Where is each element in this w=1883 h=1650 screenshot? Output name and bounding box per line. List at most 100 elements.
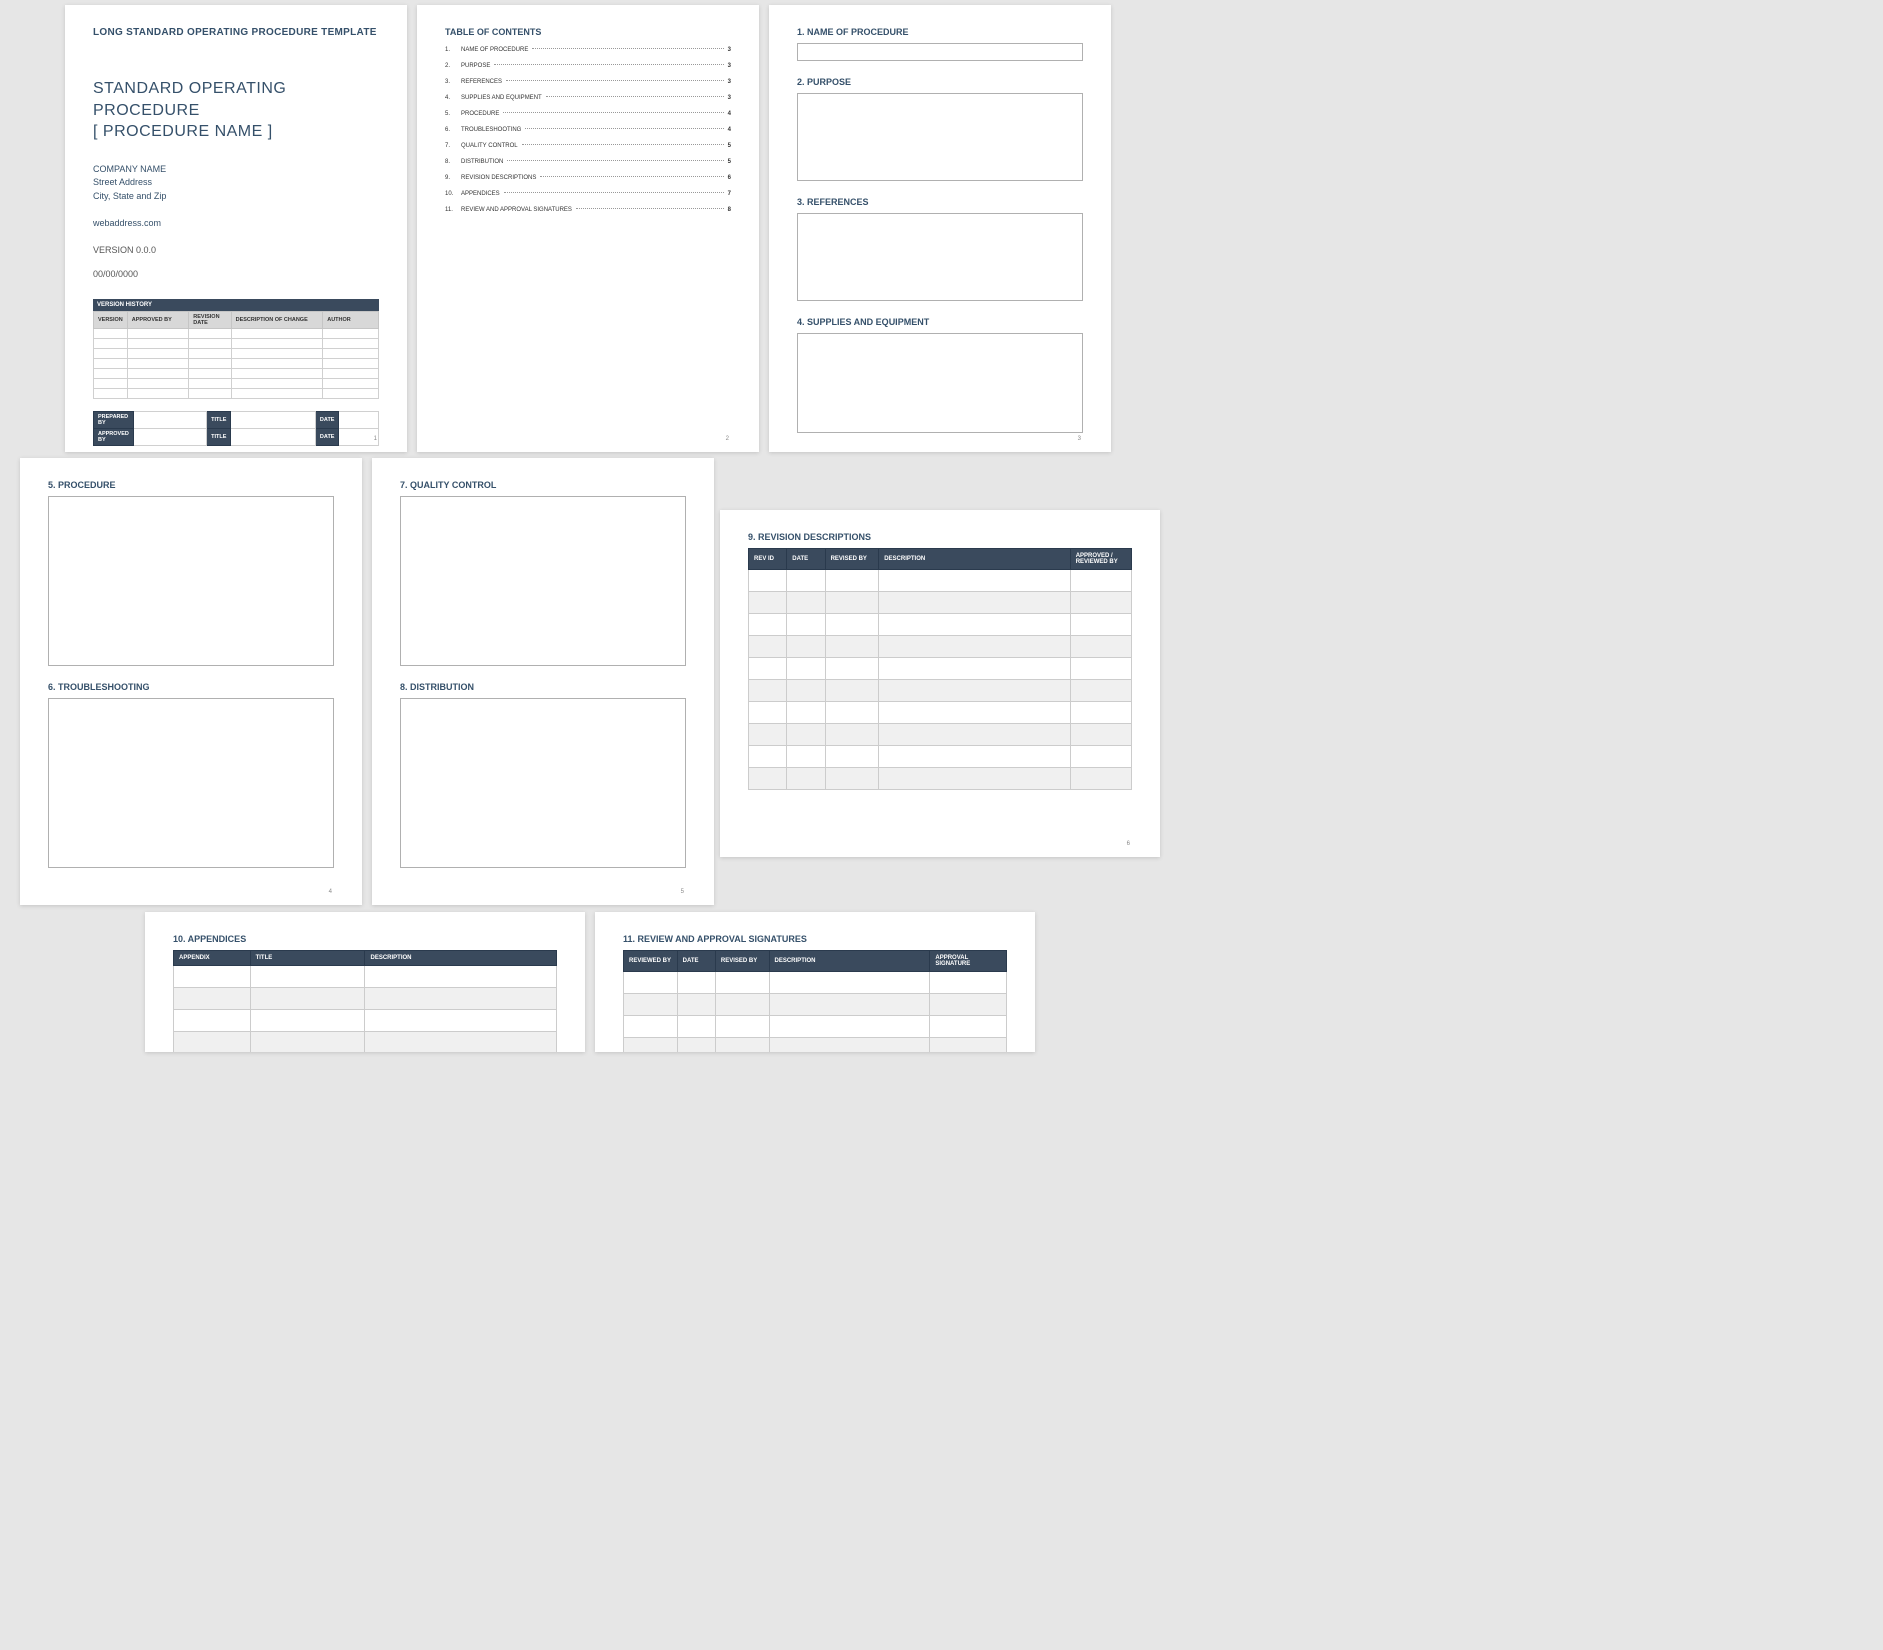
toc-item: PURPOSE3: [445, 63, 731, 69]
page-number: 4: [329, 889, 332, 895]
purpose-field[interactable]: [797, 93, 1083, 181]
prepared-by-label: PREPARED BY: [94, 411, 134, 428]
toc-item: PROCEDURE4: [445, 111, 731, 117]
city-state-zip: City, State and Zip: [93, 190, 379, 204]
rev-header: DESCRIPTION: [879, 549, 1071, 570]
name-of-procedure-field[interactable]: [797, 43, 1083, 61]
toc-dots: [525, 128, 723, 129]
toc-dots: [532, 48, 723, 49]
section-name-of-procedure: 1. NAME OF PROCEDURE: [797, 27, 1083, 37]
section-review-approval: 11. REVIEW AND APPROVAL SIGNATURES: [623, 934, 1007, 944]
date-label: DATE: [315, 411, 339, 428]
table-row: [174, 1032, 557, 1053]
table-row: [749, 636, 1132, 658]
toc-page: 5: [728, 143, 731, 149]
page-5: 7. QUALITY CONTROL 8. DISTRIBUTION 5: [372, 458, 714, 905]
section-quality-control: 7. QUALITY CONTROL: [400, 480, 686, 490]
approved-by-label: APPROVED BY: [94, 428, 134, 445]
template-title: LONG STANDARD OPERATING PROCEDURE TEMPLA…: [93, 27, 379, 38]
page-2: TABLE OF CONTENTS NAME OF PROCEDURE3PURP…: [417, 5, 759, 452]
page-number: 1: [374, 436, 377, 442]
toc-page: 7: [728, 191, 731, 197]
toc-dots: [540, 176, 723, 177]
page-7: 10. APPENDICES APPENDIX TITLE DESCRIPTIO…: [145, 912, 585, 1052]
date-label: DATE: [315, 428, 339, 445]
date: 00/00/0000: [93, 269, 379, 279]
toc-item: TROUBLESHOOTING4: [445, 127, 731, 133]
toc-label: PROCEDURE: [461, 111, 499, 117]
toc-title: TABLE OF CONTENTS: [445, 27, 731, 37]
section-appendices: 10. APPENDICES: [173, 934, 557, 944]
table-row: [749, 658, 1132, 680]
table-row: [174, 966, 557, 988]
vh-header: VERSION: [94, 311, 128, 328]
distribution-field[interactable]: [400, 698, 686, 868]
toc-label: REFERENCES: [461, 79, 502, 85]
references-field[interactable]: [797, 213, 1083, 301]
table-row: [624, 1038, 1007, 1053]
sig-header: REVIEWED BY: [624, 951, 678, 972]
toc-page: 3: [728, 79, 731, 85]
table-row: [749, 614, 1132, 636]
page-number: 2: [726, 436, 729, 442]
app-header: DESCRIPTION: [365, 951, 557, 966]
procedure-name: [ PROCEDURE NAME ]: [93, 123, 379, 141]
toc-item: DISTRIBUTION 5: [445, 159, 731, 165]
table-row: [749, 724, 1132, 746]
toc-dots: [507, 160, 723, 161]
toc-page: 3: [728, 95, 731, 101]
toc-page: 4: [728, 127, 731, 133]
page-number: 6: [1127, 841, 1130, 847]
table-row: [749, 746, 1132, 768]
procedure-field[interactable]: [48, 496, 334, 666]
quality-control-field[interactable]: [400, 496, 686, 666]
revision-table: REV ID DATE REVISED BY DESCRIPTION APPRO…: [748, 548, 1132, 790]
toc-dots: [494, 64, 723, 65]
toc-item: QUALITY CONTROL 5: [445, 143, 731, 149]
toc-item: NAME OF PROCEDURE3: [445, 47, 731, 53]
section-references: 3. REFERENCES: [797, 197, 1083, 207]
table-row: [94, 338, 379, 348]
toc-dots: [504, 192, 724, 193]
rev-header: DATE: [787, 549, 825, 570]
toc-page: 5: [728, 159, 731, 165]
toc-label: SUPPLIES AND EQUIPMENT: [461, 95, 542, 101]
toc-label: PURPOSE: [461, 63, 490, 69]
toc-dots: [546, 96, 724, 97]
table-row: [749, 592, 1132, 614]
toc-dots: [503, 112, 723, 113]
toc-list: NAME OF PROCEDURE3PURPOSE3REFERENCES3SUP…: [445, 47, 731, 213]
vh-header: AUTHOR: [323, 311, 379, 328]
section-supplies: 4. SUPPLIES AND EQUIPMENT: [797, 317, 1083, 327]
toc-label: QUALITY CONTROL: [461, 143, 518, 149]
table-row: [749, 680, 1132, 702]
section-troubleshooting: 6. TROUBLESHOOTING: [48, 682, 334, 692]
sig-header: REVISED BY: [715, 951, 769, 972]
table-row: [94, 378, 379, 388]
signatures-table: REVIEWED BY DATE REVISED BY DESCRIPTION …: [623, 950, 1007, 1052]
troubleshooting-field[interactable]: [48, 698, 334, 868]
web-address: webaddress.com: [93, 217, 379, 231]
table-row: [624, 1016, 1007, 1038]
supplies-field[interactable]: [797, 333, 1083, 433]
table-row: [749, 768, 1132, 790]
page-3: 1. NAME OF PROCEDURE 2. PURPOSE 3. REFER…: [769, 5, 1111, 452]
toc-item: REVIEW AND APPROVAL SIGNATURES8: [445, 207, 731, 213]
table-row: [94, 328, 379, 338]
toc-label: DISTRIBUTION: [461, 159, 503, 165]
rev-header: REV ID: [749, 549, 787, 570]
table-row: [624, 994, 1007, 1016]
page-6: 9. REVISION DESCRIPTIONS REV ID DATE REV…: [720, 510, 1160, 857]
table-row: [749, 702, 1132, 724]
toc-label: APPENDICES: [461, 191, 500, 197]
rev-header: REVISED BY: [825, 549, 879, 570]
appendices-table: APPENDIX TITLE DESCRIPTION: [173, 950, 557, 1052]
title-label: TITLE: [207, 411, 231, 428]
table-row: [749, 570, 1132, 592]
section-purpose: 2. PURPOSE: [797, 77, 1083, 87]
sig-header: DATE: [677, 951, 715, 972]
vh-header: APPROVED BY: [127, 311, 189, 328]
toc-label: NAME OF PROCEDURE: [461, 47, 528, 53]
vh-header: REVISION DATE: [189, 311, 231, 328]
page-8: 11. REVIEW AND APPROVAL SIGNATURES REVIE…: [595, 912, 1035, 1052]
